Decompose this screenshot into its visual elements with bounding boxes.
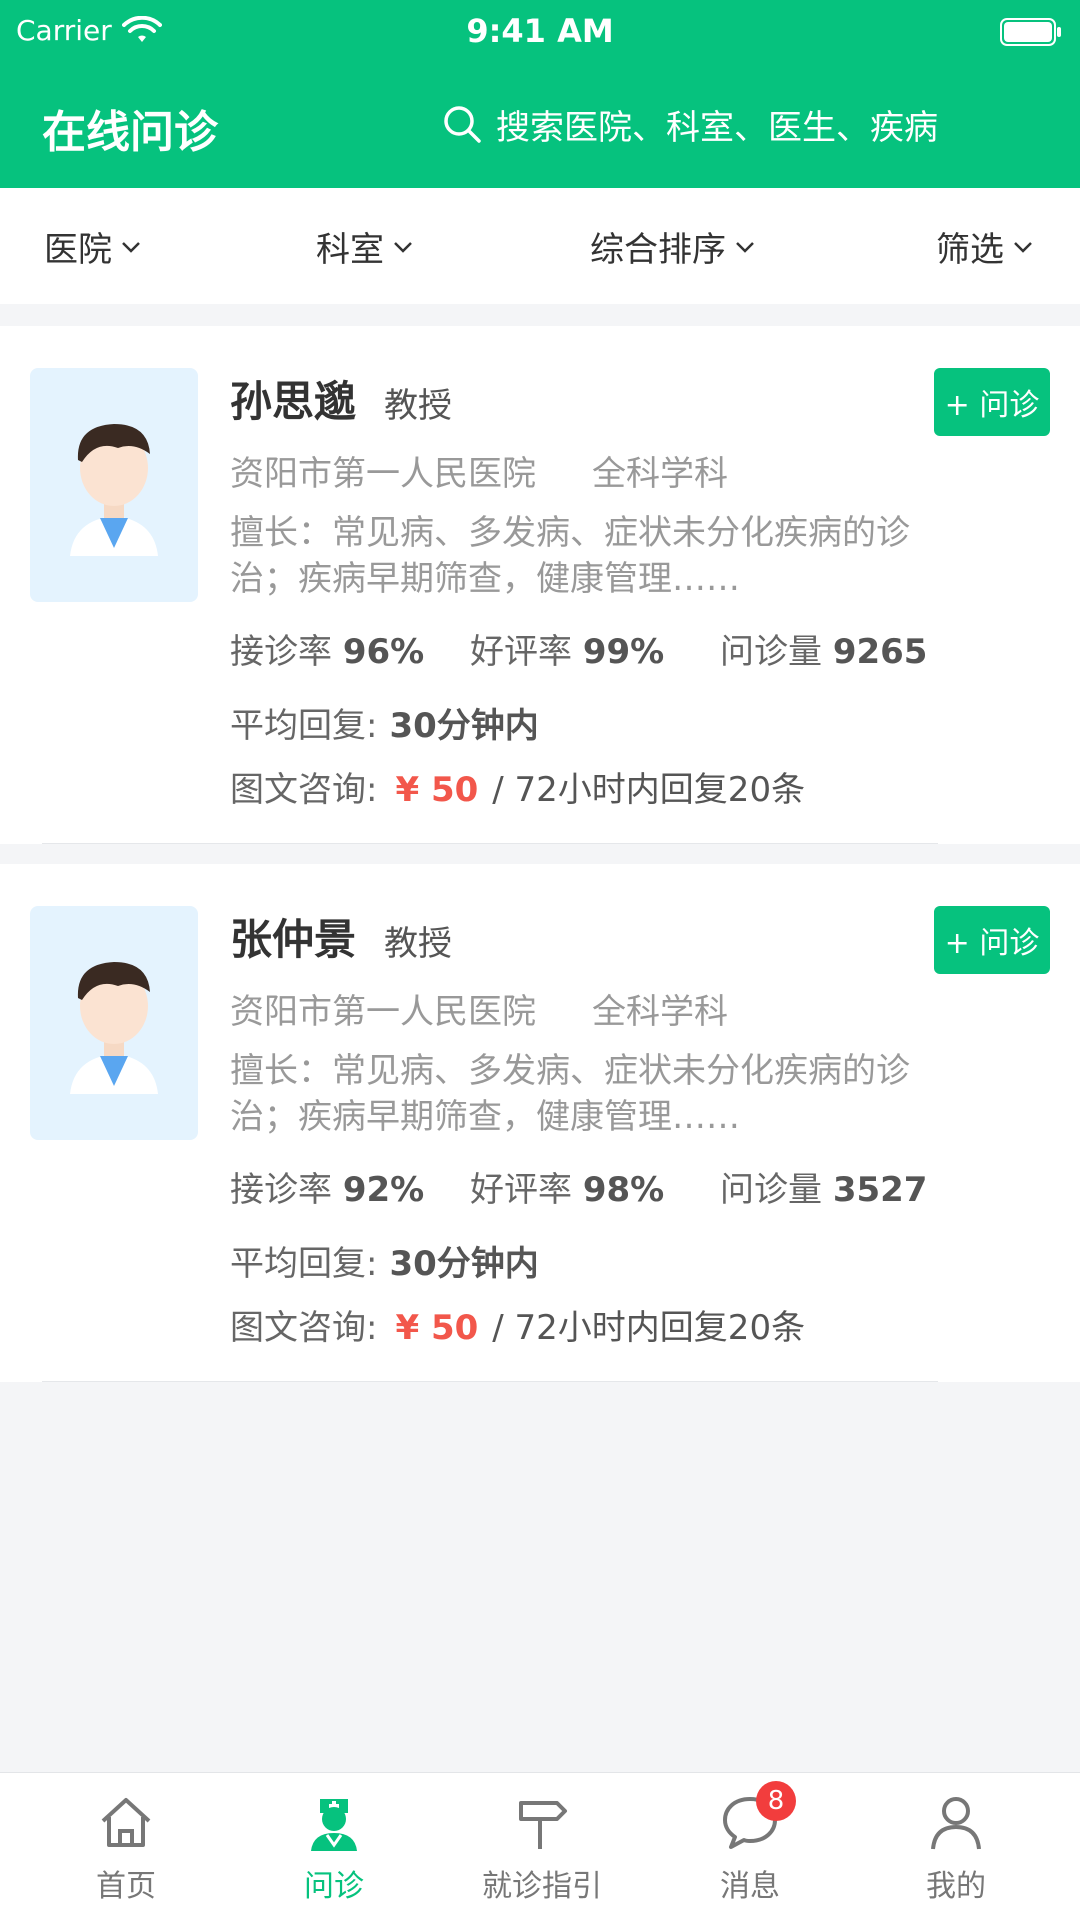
price-value: ¥ 50 bbox=[395, 1308, 479, 1348]
average-reply: 平均回复: 30分钟内 bbox=[230, 698, 539, 747]
price-value: ¥ 50 bbox=[395, 770, 479, 810]
filter-label: 科室 bbox=[316, 230, 384, 270]
consult-button[interactable]: + 问诊 bbox=[934, 368, 1050, 436]
tab-label: 消息 bbox=[720, 1869, 780, 1904]
search-bar[interactable]: 搜索医院、科室、医生、疾病 bbox=[440, 92, 1040, 156]
volume-value: 3527 bbox=[832, 1170, 928, 1210]
doctor-avatar-icon bbox=[70, 424, 158, 556]
divider bbox=[42, 1381, 938, 1382]
accept-rate-value: 92% bbox=[342, 1170, 425, 1210]
page-title: 在线问诊 bbox=[42, 107, 218, 158]
app-header: Carrier 9:41 AM 在线问诊 搜索医院、科室、医生、疾病 bbox=[0, 0, 1080, 188]
home-icon bbox=[101, 1798, 151, 1847]
tab-home[interactable]: 首页 bbox=[36, 1791, 216, 1905]
volume-label: 问诊量 bbox=[720, 632, 822, 672]
rating-value: 98% bbox=[582, 1170, 665, 1210]
accept-rate: 接诊率 96% bbox=[230, 624, 424, 673]
tab-guide[interactable]: 就诊指引 bbox=[452, 1791, 632, 1905]
doctor-name[interactable]: 张仲景 bbox=[230, 906, 356, 967]
doctor-name[interactable]: 孙思邈 bbox=[230, 368, 356, 429]
tab-label: 问诊 bbox=[304, 1869, 364, 1904]
hospital-name: 资阳市第一人民医院 bbox=[230, 992, 536, 1032]
battery-icon bbox=[1000, 18, 1061, 46]
person-icon bbox=[931, 1797, 981, 1850]
tab-messages[interactable]: 8 消息 bbox=[660, 1781, 840, 1905]
doctor-card[interactable]: 孙思邈 教授 + 问诊 资阳市第一人民医院 全科学科 擅长：常见病、多发病、症状… bbox=[0, 326, 1080, 844]
page: Carrier 9:41 AM 在线问诊 搜索医院、科室、医生、疾病 医院 科室… bbox=[0, 0, 1080, 1920]
specialty-text: 擅长：常见病、多发病、症状未分化疾病的诊治；疾病早期筛查，健康管理…… bbox=[230, 1051, 910, 1137]
average-reply: 平均回复: 30分钟内 bbox=[230, 1236, 539, 1285]
message-badge: 8 bbox=[756, 1781, 796, 1821]
consult-label: 图文咨询: bbox=[230, 770, 378, 810]
consult-price: 图文咨询: ¥ 50 / 72小时内回复20条 bbox=[230, 1300, 805, 1349]
reply-time: 30分钟内 bbox=[389, 1244, 539, 1284]
accept-rate: 接诊率 92% bbox=[230, 1162, 424, 1211]
consult-volume: 问诊量 3527 bbox=[720, 1162, 927, 1211]
department-name: 全科学科 bbox=[592, 454, 728, 494]
chevron-down-icon bbox=[736, 241, 754, 253]
accept-rate-value: 96% bbox=[342, 632, 425, 672]
tab-label: 我的 bbox=[926, 1869, 986, 1904]
doctor-card[interactable]: 张仲景 教授 + 问诊 资阳市第一人民医院 全科学科 擅长：常见病、多发病、症状… bbox=[0, 864, 1080, 1382]
hospital-name: 资阳市第一人民医院 bbox=[230, 454, 536, 494]
filter-label: 筛选 bbox=[936, 230, 1004, 270]
nurse-icon bbox=[311, 1799, 357, 1851]
tab-consult[interactable]: 问诊 bbox=[244, 1791, 424, 1905]
consult-label: 图文咨询: bbox=[230, 1308, 378, 1348]
doctor-title: 教授 bbox=[384, 386, 452, 426]
price-note: / 72小时内回复20条 bbox=[492, 770, 806, 810]
tab-label: 就诊指引 bbox=[482, 1869, 602, 1904]
filter-screen[interactable]: 筛选 bbox=[936, 222, 1034, 271]
reply-label: 平均回复: bbox=[230, 1244, 378, 1284]
divider bbox=[42, 843, 938, 844]
accept-rate-label: 接诊率 bbox=[230, 1170, 332, 1210]
rating: 好评率 98% bbox=[470, 1162, 664, 1211]
accept-rate-label: 接诊率 bbox=[230, 632, 332, 672]
filter-department[interactable]: 科室 bbox=[316, 222, 414, 271]
consult-volume: 问诊量 9265 bbox=[720, 624, 927, 673]
doctor-avatar bbox=[30, 368, 198, 602]
search-placeholder: 搜索医院、科室、医生、疾病 bbox=[496, 107, 938, 148]
filter-sort[interactable]: 综合排序 bbox=[590, 222, 756, 271]
filter-label: 医院 bbox=[44, 230, 112, 270]
reply-time: 30分钟内 bbox=[389, 706, 539, 746]
rating-value: 99% bbox=[582, 632, 665, 672]
rating-label: 好评率 bbox=[470, 632, 572, 672]
price-note: / 72小时内回复20条 bbox=[492, 1308, 806, 1348]
search-icon bbox=[444, 106, 481, 143]
filter-label: 综合排序 bbox=[590, 230, 726, 270]
rating-label: 好评率 bbox=[470, 1170, 572, 1210]
reply-label: 平均回复: bbox=[230, 706, 378, 746]
chevron-down-icon bbox=[1014, 241, 1032, 253]
tab-label: 首页 bbox=[96, 1869, 156, 1904]
specialty-text: 擅长：常见病、多发病、症状未分化疾病的诊治；疾病早期筛查，健康管理…… bbox=[230, 513, 910, 599]
status-bar: Carrier 9:41 AM bbox=[0, 0, 1080, 64]
doctor-title: 教授 bbox=[384, 924, 452, 964]
status-time: 9:41 AM bbox=[466, 12, 614, 50]
consult-price: 图文咨询: ¥ 50 / 72小时内回复20条 bbox=[230, 762, 805, 811]
doctor-avatar bbox=[30, 906, 198, 1140]
filter-bar: 医院 科室 综合排序 筛选 bbox=[0, 188, 1080, 304]
signpost-icon bbox=[519, 1801, 567, 1849]
consult-button[interactable]: + 问诊 bbox=[934, 906, 1050, 974]
bottom-tab-bar: 首页 问诊 就诊指引 8 消息 我的 bbox=[0, 1772, 1080, 1920]
volume-label: 问诊量 bbox=[720, 1170, 822, 1210]
tab-profile[interactable]: 我的 bbox=[866, 1791, 1046, 1905]
volume-value: 9265 bbox=[832, 632, 928, 672]
department-name: 全科学科 bbox=[592, 992, 728, 1032]
doctor-avatar-icon bbox=[70, 962, 158, 1094]
chevron-down-icon bbox=[394, 241, 412, 253]
chevron-down-icon bbox=[122, 241, 140, 253]
filter-hospital[interactable]: 医院 bbox=[44, 222, 142, 271]
rating: 好评率 99% bbox=[470, 624, 664, 673]
